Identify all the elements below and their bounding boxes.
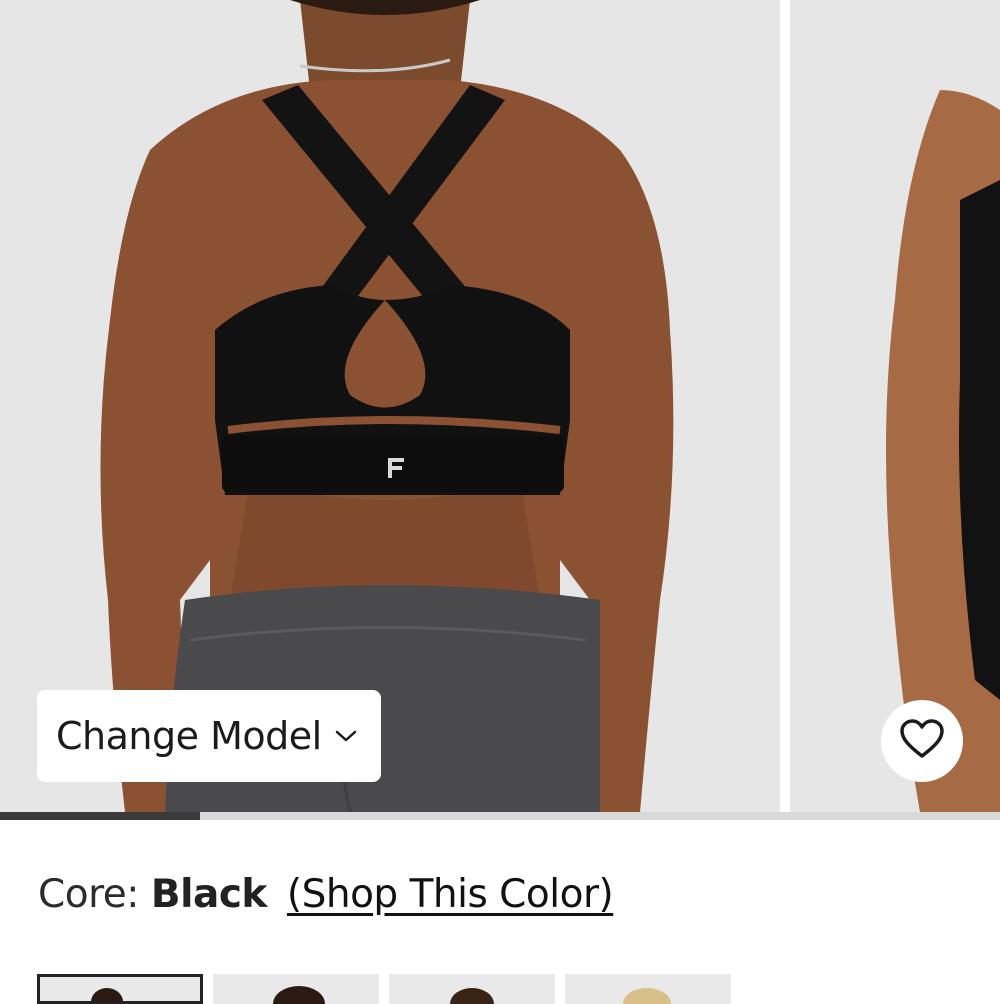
change-model-button[interactable]: Change Model — [37, 690, 381, 782]
product-image-carousel[interactable]: Change Model — [0, 0, 1000, 812]
product-image-next[interactable] — [790, 0, 1000, 812]
color-thumbnails — [37, 974, 737, 1004]
color-collection-label: Core: — [38, 872, 139, 917]
color-selector-heading: Core: Black (Shop This Color) — [38, 872, 614, 932]
carousel-progress-fill — [0, 812, 200, 820]
favorite-button[interactable] — [881, 700, 963, 782]
chevron-down-icon — [334, 728, 358, 744]
selected-color-name: Black — [150, 872, 267, 917]
heart-outline-icon — [899, 718, 945, 764]
shop-this-color-link[interactable]: (Shop This Color) — [287, 872, 614, 917]
carousel-progress-bar — [0, 812, 1000, 820]
change-model-label: Change Model — [56, 714, 322, 758]
model-side-view-illustration — [790, 0, 1000, 812]
